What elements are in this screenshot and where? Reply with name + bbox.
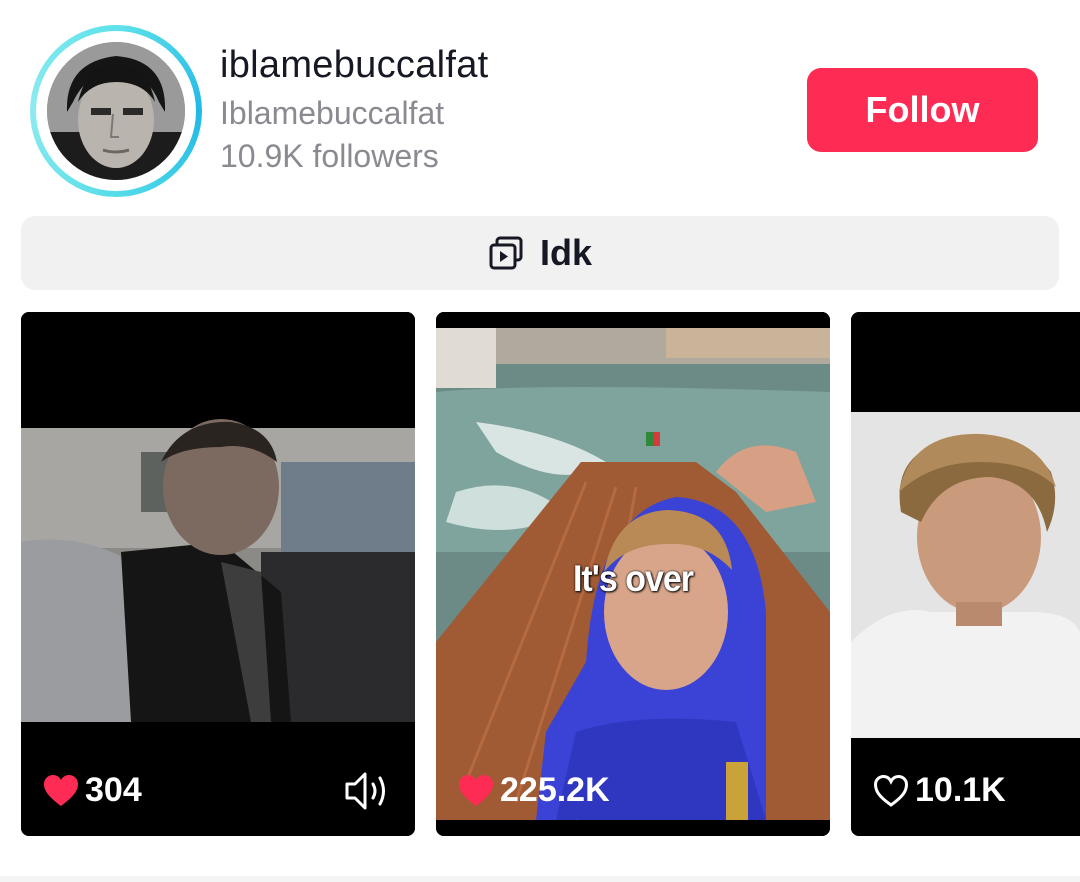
profile-header: iblamebuccalfat Iblamebuccalfat 10.9K fo… [0,0,1080,205]
like-count: 304 [85,771,142,809]
like-count: 10.1K [915,771,1006,809]
volume-icon[interactable] [343,770,391,812]
follow-button[interactable]: Follow [807,68,1038,152]
follower-count: 10.9K followers [220,138,439,174]
username[interactable]: iblamebuccalfat [220,44,489,87]
divider [0,876,1080,882]
nickname: Iblamebuccalfat [220,95,445,131]
avatar[interactable] [47,42,185,180]
video-card[interactable]: 10.1K [851,312,1080,836]
video-caption-overlay: It's over [572,558,694,600]
heart-icon [459,774,493,806]
video-card[interactable]: 304 [21,312,415,836]
avatar-photo [47,42,185,180]
heart-icon [44,774,78,806]
like-stat: 225.2K [458,771,610,810]
video-card[interactable]: It's over 225.2K [436,312,830,836]
like-stat: 10.1K [873,771,1006,810]
heart-outline-icon [873,774,909,807]
playlist-label: Idk [539,232,592,273]
like-count: 225.2K [500,771,610,809]
video-thumbnail [21,312,415,836]
story-ring[interactable] [30,25,202,197]
playlist-icon [489,236,523,270]
playlist-bar[interactable]: Idk [21,216,1059,290]
like-stat: 304 [43,771,142,810]
video-thumbnail [851,312,1080,836]
